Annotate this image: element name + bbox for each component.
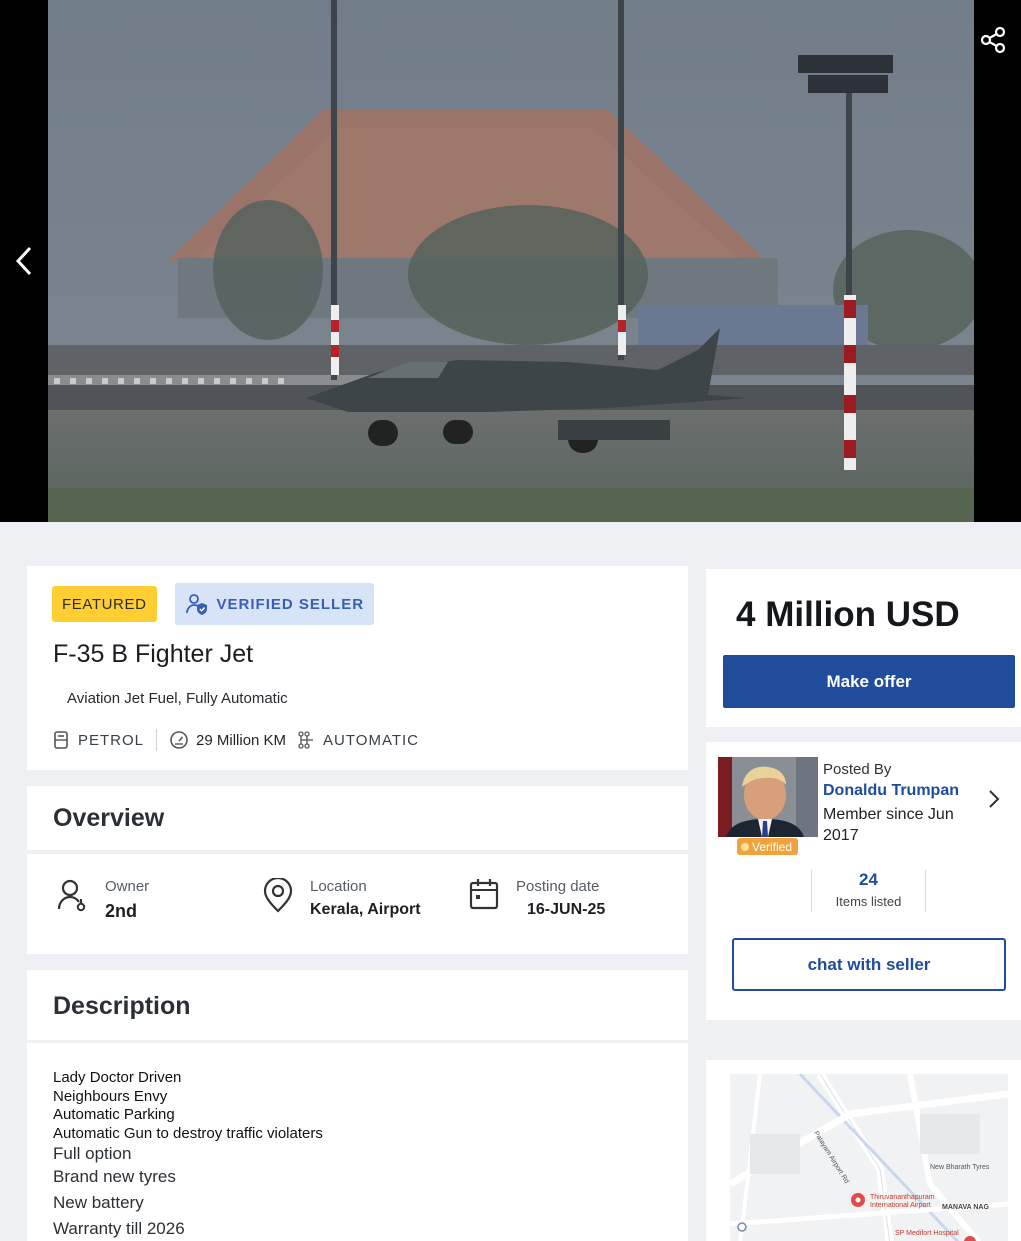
calendar-icon — [469, 879, 499, 910]
verified-user-icon — [185, 594, 207, 615]
overview-location: Location Kerala, Airport — [262, 878, 421, 919]
seller-verified-chip: Verified — [737, 838, 799, 855]
make-offer-button[interactable]: Make offer — [723, 655, 1015, 708]
description-body-card: Lady Doctor Driven Neighbours Envy Autom… — [27, 1043, 688, 1241]
listing-subtitle: Aviation Jet Fuel, Fully Automatic — [67, 690, 288, 707]
share-icon — [980, 26, 1006, 54]
verified-seller-badge: VERIFIED SELLER — [174, 583, 375, 625]
seller-name-link[interactable]: Donaldu Trumpan — [823, 782, 959, 800]
seller-profile-button[interactable] — [986, 788, 1002, 815]
seller-avatar[interactable] — [718, 757, 818, 837]
verified-chip-label: Verified — [752, 839, 793, 854]
photo-gallery — [0, 0, 1021, 522]
items-listed-stat[interactable]: 24 Items listed — [811, 870, 926, 912]
map-area-label: MANAVA NAG — [942, 1204, 989, 1211]
seller-card: Verified Posted By Donaldu Trumpan Membe… — [706, 742, 1021, 1020]
map-shop-label: New Bharath Tyres — [930, 1164, 990, 1171]
speedometer-icon — [170, 731, 188, 749]
location-map[interactable]: Palayam Airport Rd Thiruvananthapuram In… — [730, 1074, 1008, 1241]
person-icon — [57, 879, 86, 912]
spec-mileage-label: 29 Million KM — [196, 731, 287, 749]
location-value: Kerala, Airport — [310, 901, 421, 918]
overview-posting-date: Posting date 16-JUN-25 — [469, 878, 605, 919]
description-text: Lady Doctor Driven Neighbours Envy Autom… — [53, 1069, 323, 1241]
location-pin-icon — [263, 878, 293, 913]
gear-shift-icon — [298, 731, 314, 749]
map-airport-label: Thiruvananthapuram International Airport — [870, 1194, 935, 1209]
description-line: Full option — [53, 1143, 132, 1163]
description-heading: Description — [53, 992, 191, 1020]
featured-badge: FEATURED — [52, 586, 157, 622]
owner-label: Owner — [105, 878, 150, 895]
listing-title: F-35 B Fighter Jet — [53, 640, 254, 668]
posting-date-value: 16-JUN-25 — [527, 901, 606, 918]
share-button[interactable] — [973, 20, 1013, 60]
posted-by-label: Posted By — [823, 761, 892, 778]
member-since: Member since Jun 2017 — [823, 806, 954, 844]
price-amount: 4 Million USD — [736, 595, 960, 634]
description-line: Neighbours Envy — [53, 1087, 168, 1105]
verified-dot-icon — [741, 842, 749, 851]
price-card: 4 Million USD Make offer — [706, 569, 1021, 727]
overview-details-card: Owner 2nd Location Kerala, Airport Posti… — [27, 854, 688, 954]
map-card: Palayam Airport Rd Thiruvananthapuram In… — [706, 1060, 1021, 1241]
spec-transmission-label: AUTOMATIC — [323, 731, 419, 749]
description-line: New battery — [53, 1192, 144, 1212]
chat-with-seller-button[interactable]: chat with seller — [732, 938, 1006, 991]
description-header-card: Description — [27, 970, 688, 1040]
spec-row: PETROL 29 Million KM AUTOMATIC — [53, 729, 419, 751]
items-listed-label: Items listed — [835, 894, 902, 909]
chevron-right-icon — [989, 790, 1000, 808]
spec-transmission: AUTOMATIC — [298, 731, 419, 749]
description-line: Automatic Parking — [53, 1106, 175, 1124]
previous-photo-button[interactable] — [8, 238, 40, 284]
map-hospital-label: SP Medifort Hospital — [895, 1230, 959, 1237]
description-line: Automatic Gun to destroy traffic violate… — [53, 1125, 323, 1143]
owner-value: 2nd — [105, 901, 138, 921]
spec-divider — [156, 729, 158, 751]
description-line: Brand new tyres — [53, 1166, 176, 1186]
spec-mileage: 29 Million KM — [169, 730, 286, 750]
posting-date-label: Posting date — [516, 878, 600, 895]
spec-fuel-label: PETROL — [78, 731, 145, 749]
overview-row: Owner 2nd Location Kerala, Airport Posti… — [27, 878, 688, 938]
chevron-left-icon — [15, 246, 32, 276]
overview-header-card: Overview — [27, 786, 688, 850]
listing-header-card: FEATURED VERIFIED SELLER F-35 B Fighter … — [27, 566, 688, 770]
overview-heading: Overview — [53, 804, 165, 832]
badges: FEATURED VERIFIED SELLER — [52, 583, 375, 625]
fuel-pump-icon — [54, 731, 68, 749]
location-label: Location — [310, 878, 367, 895]
verified-seller-label: VERIFIED SELLER — [216, 595, 365, 613]
description-line: Warranty till 2026 — [53, 1218, 185, 1238]
listing-photo[interactable] — [48, 0, 974, 522]
description-line: Lady Doctor Driven — [53, 1069, 182, 1086]
overview-owner: Owner 2nd — [57, 878, 149, 922]
items-listed-count: 24 — [859, 870, 878, 889]
spec-fuel: PETROL — [53, 730, 144, 750]
